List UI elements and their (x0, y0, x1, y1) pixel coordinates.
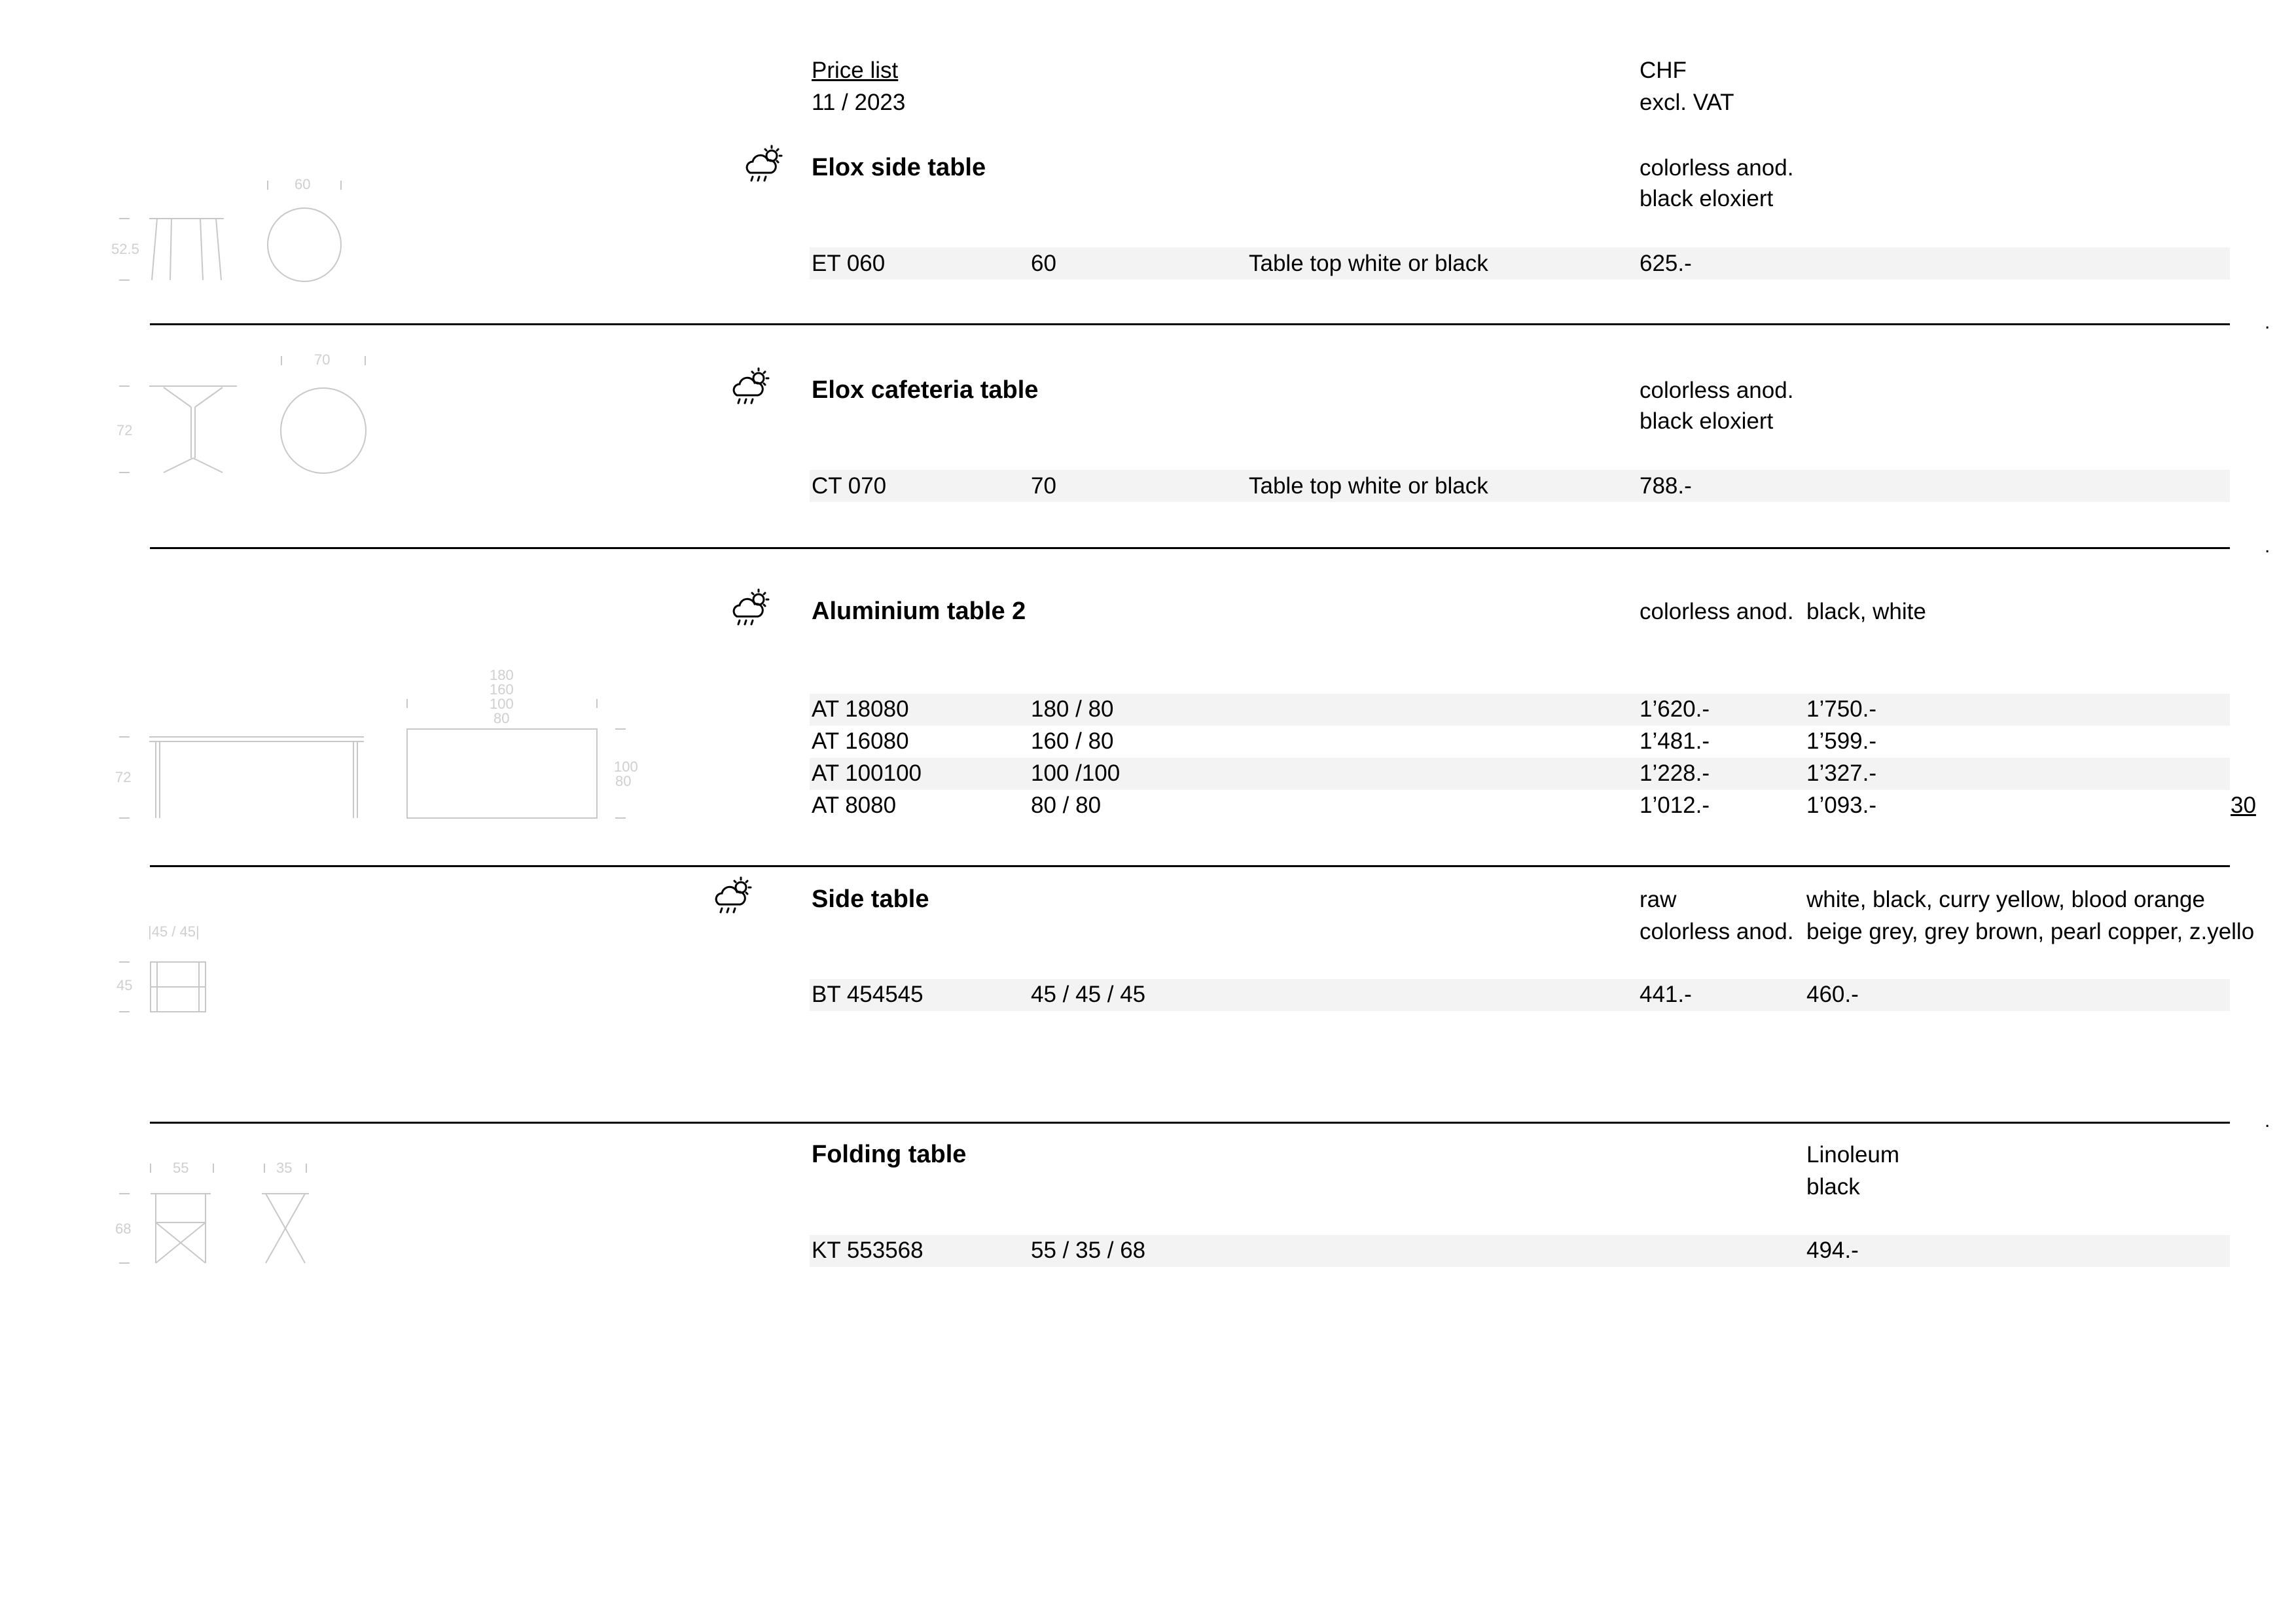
dimension-label: 80 (615, 773, 632, 789)
vat-label: excl. VAT (1640, 90, 1734, 115)
table-row (810, 470, 2230, 502)
price-primary: 1’012.- (1640, 793, 1710, 818)
table-row (810, 694, 2230, 726)
folding-table-drawing (119, 1164, 309, 1264)
finish-label-alt: white, black, curry yellow, blood orange (1806, 887, 2205, 912)
product-code: ET 060 (812, 251, 886, 276)
product-size: 55 / 35 / 68 (1031, 1238, 1146, 1263)
price-secondary: 494.- (1806, 1238, 1859, 1263)
product-size: 180 / 80 (1031, 696, 1114, 722)
weatherproof-cloud-sun-icon (745, 145, 783, 182)
finish-label: raw (1640, 887, 1677, 912)
table-row (810, 758, 2230, 790)
price-primary: 788.- (1640, 473, 1692, 499)
finish-label-alt: Linoleum (1806, 1142, 1900, 1168)
divider-dot: . (2265, 1110, 2270, 1132)
finish-label: colorless anod. (1640, 599, 1794, 624)
price-primary: 1’620.- (1640, 696, 1710, 722)
section-divider (150, 1122, 2230, 1124)
weatherproof-cloud-sun-icon (732, 367, 770, 404)
price-secondary: 1’093.- (1806, 793, 1877, 818)
section-divider (150, 865, 2230, 867)
price-secondary: 1’327.- (1806, 760, 1877, 786)
product-name: Folding table (812, 1141, 967, 1168)
price-secondary: 1’750.- (1806, 696, 1877, 722)
price-primary: 625.- (1640, 251, 1692, 276)
table-row (810, 1235, 2230, 1267)
product-size: 45 / 45 / 45 (1031, 982, 1146, 1007)
weatherproof-cloud-sun-icon (715, 876, 752, 914)
finish-label-alt: black, white (1806, 599, 1926, 624)
product-note: Table top white or black (1249, 473, 1488, 499)
product-size: 100 /100 (1031, 760, 1121, 786)
table-row (810, 247, 2230, 279)
price-secondary: 1’599.- (1806, 728, 1877, 754)
weatherproof-cloud-sun-icon (732, 588, 770, 626)
currency-label: CHF (1640, 58, 1687, 83)
product-name: Elox cafeteria table (812, 376, 1039, 404)
price-secondary: 460.- (1806, 982, 1859, 1007)
price-primary: 1’481.- (1640, 728, 1710, 754)
product-size: 60 (1031, 251, 1056, 276)
product-size: 160 / 80 (1031, 728, 1114, 754)
product-code: AT 8080 (812, 793, 897, 818)
dimension-label: 35 (276, 1160, 293, 1176)
product-name: Side table (812, 885, 929, 913)
product-name: Elox side table (812, 154, 986, 181)
divider-dot: . (2265, 535, 2270, 557)
product-code: CT 070 (812, 473, 887, 499)
finish-label: colorless anod. (1640, 155, 1794, 181)
product-note: Table top white or black (1249, 251, 1488, 276)
finish-label: black eloxiert (1640, 186, 1774, 211)
page-number: 30 (2231, 793, 2256, 818)
dimension-label: 55 (173, 1160, 189, 1176)
price-list-date: 11 / 2023 (812, 90, 906, 115)
finish-label-alt: beige grey, grey brown, pearl copper, z.… (1806, 919, 2255, 944)
product-name: Aluminium table 2 (812, 597, 1026, 625)
product-code: AT 16080 (812, 728, 909, 754)
finish-label: colorless anod. (1640, 378, 1794, 403)
product-code: AT 18080 (812, 696, 909, 722)
finish-label: black eloxiert (1640, 408, 1774, 434)
price-list-title: Price list (812, 58, 899, 83)
price-primary: 1’228.- (1640, 760, 1710, 786)
product-code: KT 553568 (812, 1238, 924, 1263)
product-size: 70 (1031, 473, 1056, 499)
product-code: AT 100100 (812, 760, 922, 786)
price-primary: 441.- (1640, 982, 1692, 1007)
dimension-label: 68 (115, 1221, 132, 1237)
finish-label-alt: black (1806, 1174, 1860, 1200)
product-code: BT 454545 (812, 982, 924, 1007)
finish-label: colorless anod. (1640, 919, 1794, 944)
dimension-label: 80 (493, 710, 510, 726)
product-size: 80 / 80 (1031, 793, 1102, 818)
table-row (810, 979, 2230, 1011)
divider-dot: . (2265, 312, 2270, 333)
